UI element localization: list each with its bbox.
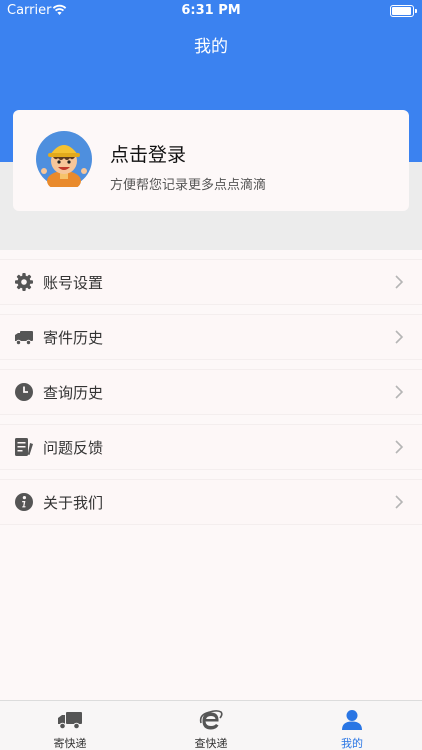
chevron-right-icon [395, 385, 404, 399]
clock-time: 6:31 PM [181, 3, 241, 18]
menu-item-label: 账号设置 [43, 274, 104, 292]
info-icon [15, 493, 33, 511]
menu-item-account-settings[interactable]: 账号设置 [0, 259, 422, 305]
chevron-right-icon [395, 495, 404, 509]
document-icon [15, 438, 33, 456]
login-card[interactable]: 点击登录 方便帮您记录更多点点滴滴 [13, 110, 409, 211]
person-icon [342, 710, 362, 730]
login-title: 点击登录 [110, 144, 187, 166]
menu-item-label: 寄件历史 [43, 329, 104, 347]
tab-bar: 寄快递 查快递 我的 [0, 700, 422, 750]
battery-icon [390, 5, 417, 17]
page-title: 我的 [194, 37, 228, 57]
tab-query-express[interactable]: 查快递 [141, 701, 281, 750]
tab-mine[interactable]: 我的 [282, 701, 422, 750]
menu-item-label: 问题反馈 [43, 439, 104, 457]
tab-label: 寄快递 [53, 737, 87, 750]
truck-icon [58, 712, 82, 730]
clock-icon [15, 383, 33, 401]
menu-item-label: 查询历史 [43, 384, 104, 402]
menu-item-feedback[interactable]: 问题反馈 [0, 424, 422, 470]
tab-label: 查快递 [194, 737, 228, 750]
tab-label: 我的 [341, 737, 363, 750]
menu-item-shipping-history[interactable]: 寄件历史 [0, 314, 422, 360]
status-bar: Carrier 6:31 PM [0, 0, 422, 22]
browser-e-icon [199, 710, 223, 730]
menu-item-about-us[interactable]: 关于我们 [0, 479, 422, 525]
truck-icon [15, 331, 33, 346]
gear-icon [15, 273, 33, 291]
chevron-right-icon [395, 275, 404, 289]
profile-screen: Carrier 6:31 PM 我的 点击登录 方便帮您记录更多点点滴滴 账号设… [0, 0, 422, 750]
login-subtitle: 方便帮您记录更多点点滴滴 [110, 178, 267, 193]
tab-send-express[interactable]: 寄快递 [0, 701, 140, 750]
avatar [36, 131, 92, 187]
chevron-right-icon [395, 440, 404, 454]
menu-item-query-history[interactable]: 查询历史 [0, 369, 422, 415]
menu-item-label: 关于我们 [43, 494, 104, 512]
chevron-right-icon [395, 330, 404, 344]
